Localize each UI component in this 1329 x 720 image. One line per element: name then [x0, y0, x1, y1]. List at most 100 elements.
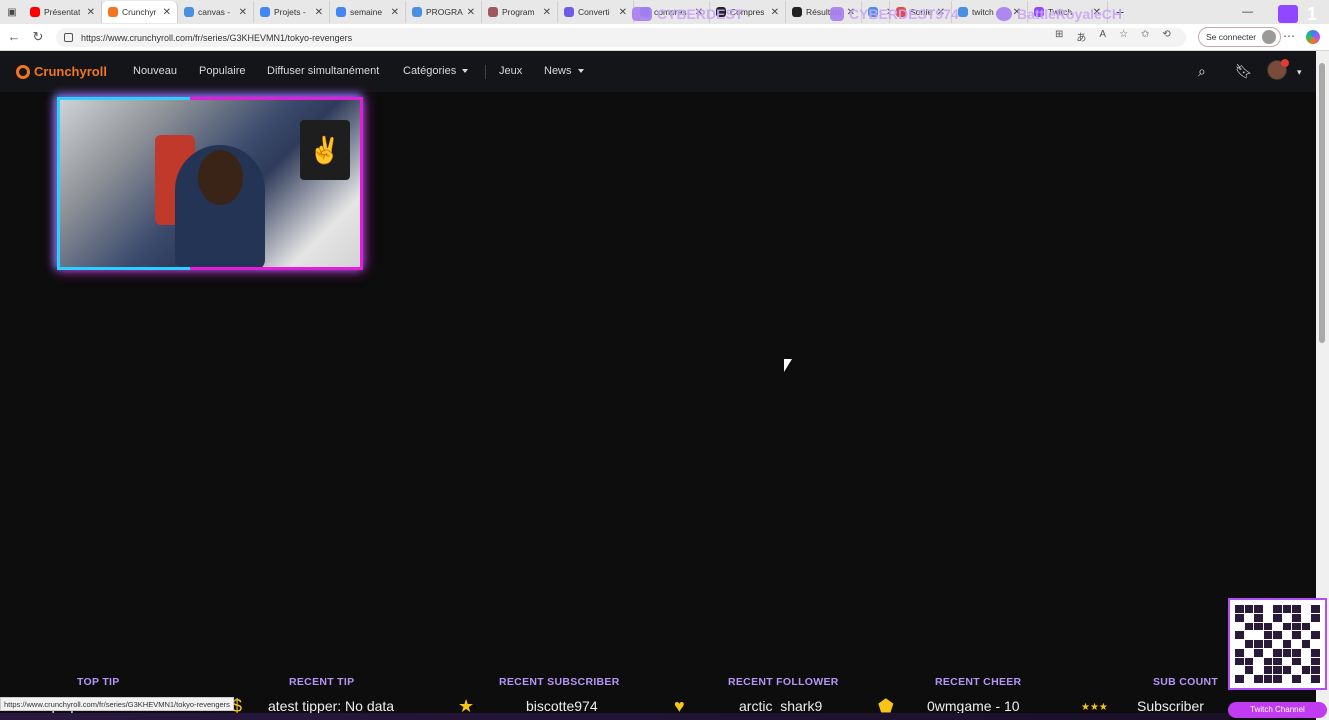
tab-favicon-icon	[792, 7, 802, 17]
crunchyroll-logo[interactable]: Crunchyroll	[16, 64, 107, 79]
webcam-person-head	[198, 150, 243, 205]
qr-module	[1273, 657, 1282, 666]
refresh-icon[interactable]: ↻	[26, 29, 50, 45]
qr-module	[1282, 622, 1292, 631]
browser-tab[interactable]: semaine ✕	[330, 1, 406, 23]
qr-module	[1311, 648, 1320, 657]
qr-module	[1244, 657, 1254, 666]
tab-close-icon[interactable]: ✕	[619, 7, 627, 18]
history-icon[interactable]: ⟲	[1162, 29, 1170, 44]
recent-subscriber-label: RECENT SUBSCRIBER	[499, 676, 620, 688]
qr-module	[1311, 666, 1320, 675]
sub-count-label: SUB COUNT	[1153, 676, 1219, 688]
overlay-corner-number: 1	[1307, 4, 1318, 24]
minimize-icon[interactable]: —	[1242, 6, 1253, 18]
qr-module	[1292, 675, 1301, 683]
nav-news[interactable]: News	[544, 65, 584, 77]
nav-simulcast[interactable]: Diffuser simultanément	[267, 65, 379, 77]
scrollbar-thumb[interactable]	[1319, 63, 1325, 343]
qr-module	[1235, 648, 1244, 657]
tab-close-icon[interactable]: ✕	[391, 7, 399, 18]
nav-populaire[interactable]: Populaire	[199, 65, 245, 77]
nav-nouveau[interactable]: Nouveau	[133, 65, 177, 77]
app-install-icon[interactable]: ⊞	[1055, 29, 1063, 44]
favorite-star-icon[interactable]: ☆	[1119, 29, 1128, 44]
qr-module	[1311, 675, 1320, 683]
copilot-icon[interactable]	[1306, 30, 1320, 44]
profile-chevron-down-icon[interactable]: ▾	[1297, 67, 1302, 78]
search-icon[interactable]: ⌕	[1198, 63, 1206, 80]
browser-tab[interactable]: PROGRAI ✕	[406, 1, 482, 23]
more-menu-icon[interactable]: ⋯	[1283, 29, 1295, 43]
overlay-instagram-handle: CYBERDEST974	[849, 6, 959, 22]
recent-follower-value: arctic_shark9	[739, 698, 823, 714]
browser-tab[interactable]: Converti ✕	[558, 1, 634, 23]
qr-module	[1292, 666, 1301, 675]
twitter-icon	[996, 7, 1012, 21]
qr-module	[1263, 648, 1273, 657]
qr-module	[1282, 631, 1292, 640]
qr-module	[1301, 666, 1311, 675]
tab-close-icon[interactable]: ✕	[315, 7, 323, 18]
qr-module	[1235, 605, 1244, 613]
tab-close-icon[interactable]: ✕	[163, 7, 171, 18]
tab-close-icon[interactable]: ✕	[239, 7, 247, 18]
tab-label: canvas -	[198, 7, 231, 17]
browser-tab[interactable]: Crunchyr ✕	[102, 1, 178, 23]
recent-follower-label: RECENT FOLLOWER	[728, 676, 839, 688]
qr-module	[1235, 613, 1244, 622]
status-url-preview: https://www.crunchyroll.com/fr/series/G3…	[0, 697, 234, 711]
qr-module	[1254, 675, 1263, 683]
read-aloud-icon[interactable]: A	[1099, 29, 1106, 44]
browser-tab[interactable]: Projets - ✕	[254, 1, 330, 23]
qr-module	[1292, 640, 1301, 648]
browser-tab[interactable]: canvas - ✕	[178, 1, 254, 23]
tab-close-icon[interactable]: ✕	[87, 7, 95, 18]
qr-module	[1235, 622, 1244, 631]
tab-label: semaine	[350, 7, 383, 17]
qr-module	[1301, 640, 1311, 648]
nav-categories-label: Catégories	[403, 65, 457, 77]
recent-tip-value: atest tipper: No data	[268, 698, 395, 714]
back-icon[interactable]: ←	[2, 29, 26, 44]
twitch-logo-icon	[1278, 5, 1298, 23]
tab-label: Crunchyr	[122, 7, 157, 17]
tab-close-icon[interactable]: ✕	[543, 7, 551, 18]
crunchyroll-header: Crunchyroll Nouveau Populaire Diffuser s…	[0, 51, 1316, 92]
overlay-twitter-handle: BattleRoyaleCH	[1017, 6, 1123, 22]
bookmark-icon[interactable]: 🔖︎	[1235, 63, 1253, 80]
qr-module	[1282, 657, 1292, 666]
browser-tab[interactable]: Présentat ✕	[24, 1, 102, 23]
tab-favicon-icon	[958, 7, 968, 17]
qr-module	[1292, 631, 1301, 640]
browser-tab[interactable]: Program ✕	[482, 1, 558, 23]
qr-module	[1311, 657, 1320, 666]
translate-icon[interactable]: あ	[1076, 29, 1086, 44]
tab-favicon-icon	[260, 7, 270, 17]
qr-module	[1301, 648, 1311, 657]
tab-actions-icon[interactable]: ▣	[0, 7, 24, 18]
signin-button[interactable]: Se connecter	[1198, 27, 1282, 47]
tab-label: Projets -	[274, 7, 306, 17]
nav-jeux[interactable]: Jeux	[499, 65, 522, 77]
qr-module	[1311, 622, 1320, 631]
qr-module	[1301, 613, 1311, 622]
favorites-icon[interactable]: ✩	[1141, 29, 1149, 44]
nav-news-label: News	[544, 65, 572, 77]
qr-module	[1311, 631, 1320, 640]
tab-close-icon[interactable]: ✕	[467, 7, 475, 18]
qr-module	[1263, 631, 1273, 640]
tab-favicon-icon	[108, 7, 118, 17]
qr-module	[1282, 640, 1292, 648]
crunchyroll-logo-text: Crunchyroll	[34, 64, 107, 79]
nav-categories[interactable]: Catégories	[403, 65, 469, 77]
site-info-icon[interactable]	[64, 33, 73, 42]
twitch-qr-code	[1228, 598, 1327, 690]
mouse-cursor-icon	[784, 359, 792, 372]
url-field[interactable]: https://www.crunchyroll.com/fr/series/G3…	[56, 28, 1186, 47]
tab-close-icon[interactable]: ✕	[771, 7, 779, 18]
address-toolbar: ← ↻ https://www.crunchyroll.com/fr/serie…	[0, 24, 1329, 51]
notification-dot	[1281, 59, 1289, 67]
chevron-down-icon	[577, 69, 584, 74]
tab-favicon-icon	[564, 7, 574, 17]
